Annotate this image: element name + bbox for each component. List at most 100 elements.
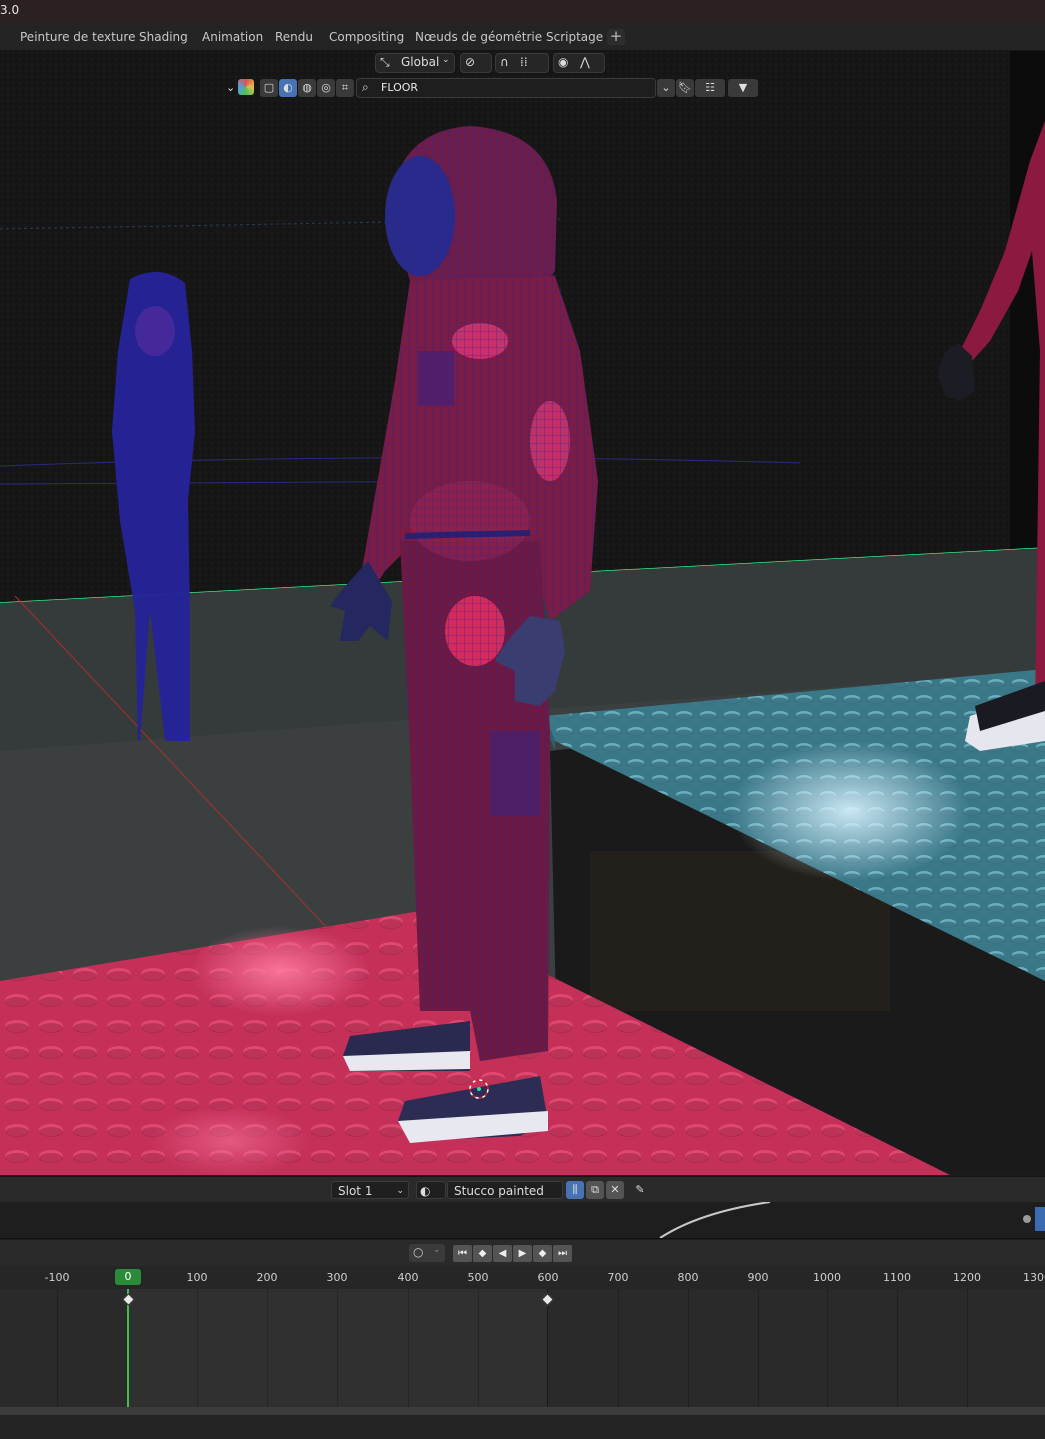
viewport-gizmo-icon[interactable] bbox=[238, 79, 254, 95]
render-shading-button[interactable]: ◎ bbox=[317, 79, 335, 97]
ruler-tick: 300 bbox=[326, 1271, 348, 1284]
material-browse-button[interactable]: ◐ bbox=[416, 1181, 446, 1199]
bookmark-button[interactable]: 🔖︎ bbox=[676, 79, 694, 97]
tab-compositing[interactable]: Compositing bbox=[323, 27, 410, 47]
next-keyframe-button[interactable]: ◆ bbox=[533, 1245, 552, 1262]
chevron-down-icon: ⌄ bbox=[442, 55, 450, 65]
slot-dropdown[interactable]: Slot 1 ⌄ bbox=[331, 1181, 409, 1199]
search-input[interactable]: ⌕ FLOOR bbox=[356, 78, 656, 98]
play-button[interactable]: ▶ bbox=[513, 1245, 532, 1262]
record-icon: ○ bbox=[413, 1245, 424, 1259]
jump-end-icon: ⏭ bbox=[558, 1248, 567, 1259]
solid-shading-button[interactable]: ◐ bbox=[279, 79, 297, 97]
workspace-tabs: Peinture de texture Shading Animation Re… bbox=[0, 22, 1045, 51]
search-value: FLOOR bbox=[381, 81, 419, 94]
material-shading-button[interactable]: ◍ bbox=[298, 79, 316, 97]
node-editor-strip[interactable] bbox=[0, 1202, 1045, 1239]
overlay-icon: ⌗ bbox=[341, 81, 349, 94]
app-version: 3.0 bbox=[0, 3, 20, 17]
ruler-tick: 1300 bbox=[1023, 1271, 1045, 1284]
timeline-header: ○ ⌄ ⏮ ◆ ◀ ▶ ◆ ⏭ bbox=[0, 1240, 1045, 1266]
globe-icon: ◎ bbox=[321, 81, 331, 94]
3d-viewport[interactable]: ⤡ Global ⌄ ⊘ ∩ ⁞⁞ ◉ ⋀ ⌄ ▢ ◐ ◍ ◎ ⌗ ⌕ FLOO… bbox=[0, 51, 1045, 1175]
restrict-dropdown[interactable]: ⌄ bbox=[657, 79, 675, 97]
ruler-tick: 900 bbox=[747, 1271, 769, 1284]
tab-texture-paint[interactable]: Peinture de texture bbox=[14, 27, 141, 47]
unlink-material-button[interactable]: ✕ bbox=[606, 1181, 624, 1199]
viewport-scene bbox=[0, 51, 1045, 1175]
fake-user-button[interactable]: ⫼ bbox=[566, 1181, 584, 1199]
grid-line bbox=[337, 1289, 338, 1407]
duplicate-material-button[interactable]: ⧉ bbox=[586, 1181, 604, 1199]
jump-end-button[interactable]: ⏭ bbox=[553, 1245, 572, 1262]
pivot-dropdown[interactable]: ⊘ bbox=[460, 53, 492, 73]
chevron-down-icon: ⌄ bbox=[396, 1186, 404, 1196]
ruler-tick: 800 bbox=[677, 1271, 699, 1284]
tab-shading[interactable]: Shading bbox=[133, 27, 194, 47]
solid-icon: ◐ bbox=[283, 81, 293, 94]
pivot-icon: ⊘ bbox=[465, 55, 476, 69]
jump-start-icon: ⏮ bbox=[458, 1248, 467, 1259]
material-slot-bar: Slot 1 ⌄ ◐ Stucco painted wall ⫼ ⧉ ✕ ✎ bbox=[0, 1176, 1045, 1216]
title-bar: 3.0 bbox=[0, 0, 1045, 22]
bookmark-icon: 🔖︎ bbox=[678, 81, 692, 94]
orientation-dropdown[interactable]: ⤡ Global ⌄ bbox=[375, 53, 455, 73]
play-icon: ▶ bbox=[518, 1248, 527, 1259]
tab-scripting[interactable]: Scriptage bbox=[540, 27, 609, 47]
grid-line bbox=[408, 1289, 409, 1407]
playhead-line[interactable] bbox=[127, 1289, 129, 1407]
snap-controls[interactable]: ∩ ⁞⁞ bbox=[495, 53, 549, 73]
status-bar bbox=[0, 1415, 1045, 1439]
prev-keyframe-icon: ◆ bbox=[478, 1248, 487, 1259]
add-workspace-button[interactable]: + bbox=[607, 29, 625, 45]
node-link bbox=[659, 1202, 1045, 1238]
ruler-tick: 600 bbox=[537, 1271, 559, 1284]
tab-animation[interactable]: Animation bbox=[196, 27, 269, 47]
timeline-keyframe-area[interactable] bbox=[0, 1289, 1045, 1407]
outliner-icon: ☷ bbox=[705, 81, 715, 94]
current-frame-indicator[interactable]: 0 bbox=[115, 1269, 141, 1285]
ruler-tick: 200 bbox=[256, 1271, 278, 1284]
pre-range-shade bbox=[0, 1289, 128, 1407]
filter-dropdown[interactable]: ▼ bbox=[728, 79, 758, 97]
timeline-scrollbar[interactable] bbox=[0, 1407, 1045, 1415]
ruler-tick: 1000 bbox=[813, 1271, 841, 1284]
overlay-button[interactable]: ⌗ bbox=[336, 79, 354, 97]
orientation-label: Global bbox=[401, 55, 440, 69]
grid-line bbox=[267, 1289, 268, 1407]
ruler-tick: 400 bbox=[397, 1271, 419, 1284]
wireframe-shading-button[interactable]: ▢ bbox=[260, 79, 278, 97]
material-name-field[interactable]: Stucco painted wall bbox=[447, 1181, 563, 1216]
wireframe-icon: ▢ bbox=[263, 81, 275, 94]
chevron-down-icon: ⌄ bbox=[661, 81, 671, 94]
tab-render[interactable]: Rendu bbox=[269, 27, 319, 47]
prev-keyframe-button[interactable]: ◆ bbox=[473, 1245, 492, 1262]
keying-dropdown[interactable]: ○ ⌄ bbox=[409, 1244, 445, 1262]
slot-label: Slot 1 bbox=[338, 1184, 373, 1198]
material-icon: ◍ bbox=[302, 81, 312, 94]
pin-icon: ✎ bbox=[635, 1183, 645, 1196]
play-reverse-icon: ◀ bbox=[498, 1248, 507, 1259]
grid-line bbox=[478, 1289, 479, 1407]
copy-icon: ⧉ bbox=[591, 1183, 599, 1196]
close-icon: ✕ bbox=[610, 1183, 620, 1196]
grid-line bbox=[197, 1289, 198, 1407]
jump-start-button[interactable]: ⏮ bbox=[453, 1245, 472, 1262]
ruler-tick: 500 bbox=[467, 1271, 489, 1284]
pin-button[interactable]: ✎ bbox=[631, 1181, 649, 1199]
funnel-icon: ▼ bbox=[738, 81, 748, 94]
collapse-chevron-icon[interactable]: ⌄ bbox=[226, 81, 236, 95]
proportional-edit-controls[interactable]: ◉ ⋀ bbox=[553, 53, 605, 73]
play-reverse-button[interactable]: ◀ bbox=[493, 1245, 512, 1262]
proportional-edit-icon: ◉ bbox=[558, 55, 569, 69]
snap-grid-icon: ⁞⁞ bbox=[520, 55, 528, 69]
material-sphere-icon: ◐ bbox=[420, 1184, 431, 1198]
display-mode-dropdown[interactable]: ☷ bbox=[695, 79, 725, 97]
ruler-tick: 100 bbox=[186, 1271, 208, 1284]
next-keyframe-icon: ◆ bbox=[538, 1248, 547, 1259]
falloff-icon: ⋀ bbox=[580, 55, 590, 69]
post-range-shade bbox=[548, 1289, 1045, 1407]
timeline-ruler[interactable]: -100 0 100 200 300 400 500 600 700 800 9… bbox=[0, 1266, 1045, 1289]
tab-geometry-nodes[interactable]: Nœuds de géométrie bbox=[409, 27, 548, 47]
snap-icon: ∩ bbox=[500, 55, 509, 69]
